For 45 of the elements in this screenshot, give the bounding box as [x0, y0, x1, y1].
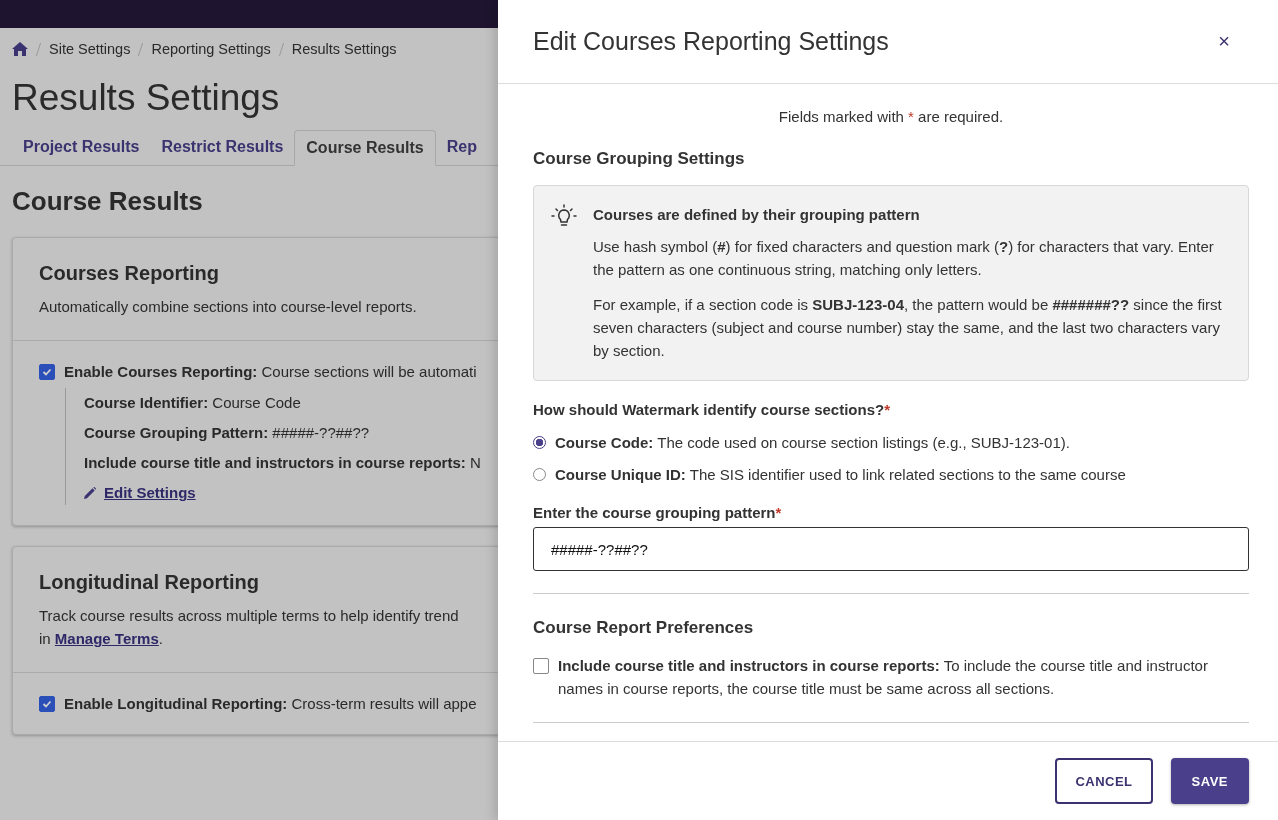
required-note: Fields marked with * are required. — [777, 108, 1005, 125]
breadcrumb-item[interactable]: Site Settings — [49, 41, 131, 57]
tip-paragraph: Use hash symbol (#) for fixed characters and question mark (?) for characters that vary. Enter the pattern as one continuous string, matching only letters. — [593, 237, 1215, 280]
checkbox-label[interactable]: Include course title and instructors in course reports: To include the course title and instructor names in course reports, the course title must be same across all sections. — [558, 654, 1249, 700]
drawer-title: Edit Courses Reporting Settings — [533, 27, 889, 56]
card-description: Automatically combine sections into course-level reports. — [39, 297, 418, 318]
tab[interactable]: Course Results — [294, 130, 436, 167]
manage-terms-link[interactable]: Manage Terms — [54, 630, 159, 648]
card-title: Courses Reporting — [39, 262, 221, 286]
section-heading: Course Report Preferences — [533, 618, 755, 638]
breadcrumb-item[interactable]: Reporting Settings — [151, 41, 271, 57]
setting-detail: Include course title and instructors in course reports: N — [84, 454, 482, 472]
checkmark-icon — [42, 366, 52, 377]
tip-title: Courses are defined by their grouping pattern — [593, 206, 921, 223]
tab[interactable]: Restrict Results — [150, 130, 295, 166]
checkbox[interactable] — [39, 695, 55, 712]
card-description: Track course results across multiple terms to help identify trend in Manage Terms. — [39, 606, 460, 650]
radio-label[interactable]: Course Unique ID: The SIS identifier used to link related sections to the same course — [555, 465, 1126, 483]
pencil-icon — [84, 486, 96, 499]
breadcrumb-item: Results Settings — [291, 41, 397, 57]
setting-text: Enable Longitudinal Reporting: Cross-term results will appe — [64, 695, 477, 713]
tab[interactable]: Project Results — [12, 130, 151, 166]
checkbox[interactable] — [533, 658, 549, 674]
setting-detail: Course Grouping Pattern: #####-??##?? — [84, 424, 371, 442]
setting-detail: Course Identifier: Course Code — [84, 394, 302, 412]
lightbulb-icon — [551, 204, 577, 228]
checkbox[interactable] — [39, 363, 55, 380]
card-title: Longitudinal Reporting — [39, 571, 260, 595]
radio-button[interactable] — [533, 435, 546, 449]
radio-label[interactable]: Course Code: The code used on course section listings (e.g., SUBJ-123-01). — [555, 433, 1070, 451]
cancel-button[interactable]: CANCEL — [1055, 758, 1153, 804]
tip-paragraph: For example, if a section code is SUBJ-123-04, the pattern would be #######?? since the first seven characters (subject and course number) stay the same, and the last two characters vary by section. — [593, 295, 1222, 361]
tab[interactable]: Rep — [435, 130, 488, 166]
page-title: Results Settings — [12, 76, 281, 120]
home-icon[interactable] — [12, 42, 28, 56]
section-title: Course Results — [12, 186, 204, 218]
setting-text: Enable Courses Reporting: Course sections will be automati — [64, 363, 477, 381]
section-heading: Course Grouping Settings — [533, 149, 746, 169]
field-label: Enter the course grouping pattern* — [533, 504, 783, 521]
checkmark-icon — [42, 698, 52, 709]
edit-settings-link[interactable]: Edit Settings — [104, 484, 196, 502]
save-button[interactable]: SAVE — [1170, 758, 1249, 804]
close-button[interactable]: × — [1214, 30, 1234, 53]
question-label: How should Watermark identify course sections?* — [533, 401, 892, 418]
pattern-input-field[interactable]: #####-??##?? — [533, 527, 1249, 571]
